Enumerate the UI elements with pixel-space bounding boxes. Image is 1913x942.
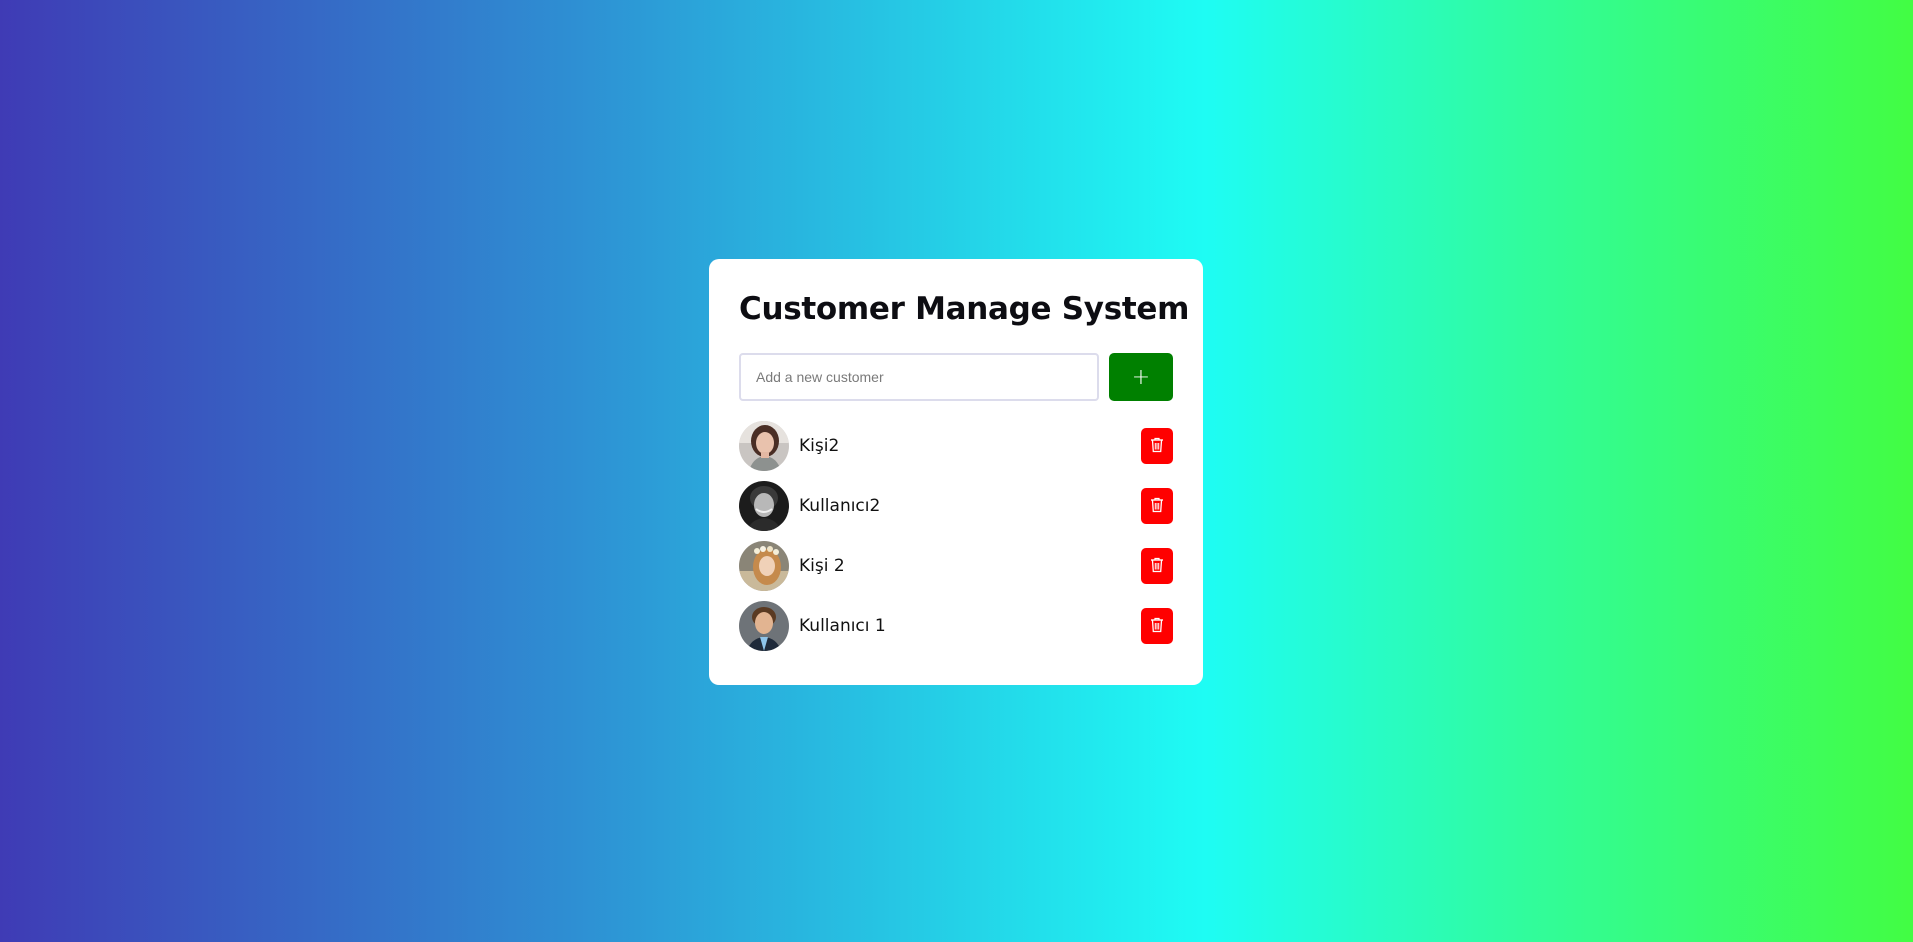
customer-name: Kişi 2 <box>799 556 845 576</box>
trash-icon <box>1150 617 1164 636</box>
plus-icon: + <box>1131 364 1151 390</box>
delete-customer-button[interactable] <box>1141 488 1173 524</box>
trash-icon <box>1150 437 1164 456</box>
list-item: Kullanıcı2 <box>739 481 1173 531</box>
delete-customer-button[interactable] <box>1141 428 1173 464</box>
list-item: Kişi 2 <box>739 541 1173 591</box>
delete-customer-button[interactable] <box>1141 608 1173 644</box>
avatar <box>739 421 789 471</box>
new-customer-input[interactable] <box>739 353 1099 401</box>
customer-name: Kişi2 <box>799 436 840 456</box>
list-item: Kullanıcı 1 <box>739 601 1173 651</box>
add-customer-form: + <box>739 353 1173 401</box>
customer-name: Kullanıcı2 <box>799 496 881 516</box>
customer-name: Kullanıcı 1 <box>799 616 886 636</box>
list-item: Kişi2 <box>739 421 1173 471</box>
customer-card: Customer Manage System + Kişi2 <box>709 259 1203 685</box>
add-customer-button[interactable]: + <box>1109 353 1173 401</box>
avatar <box>739 481 789 531</box>
avatar <box>739 601 789 651</box>
avatar <box>739 541 789 591</box>
customer-list: Kişi2 Kullanıcı2 Kişi 2 Kullanıcı 1 <box>739 421 1173 651</box>
trash-icon <box>1150 497 1164 516</box>
trash-icon <box>1150 557 1164 576</box>
page-title: Customer Manage System <box>739 291 1190 327</box>
delete-customer-button[interactable] <box>1141 548 1173 584</box>
